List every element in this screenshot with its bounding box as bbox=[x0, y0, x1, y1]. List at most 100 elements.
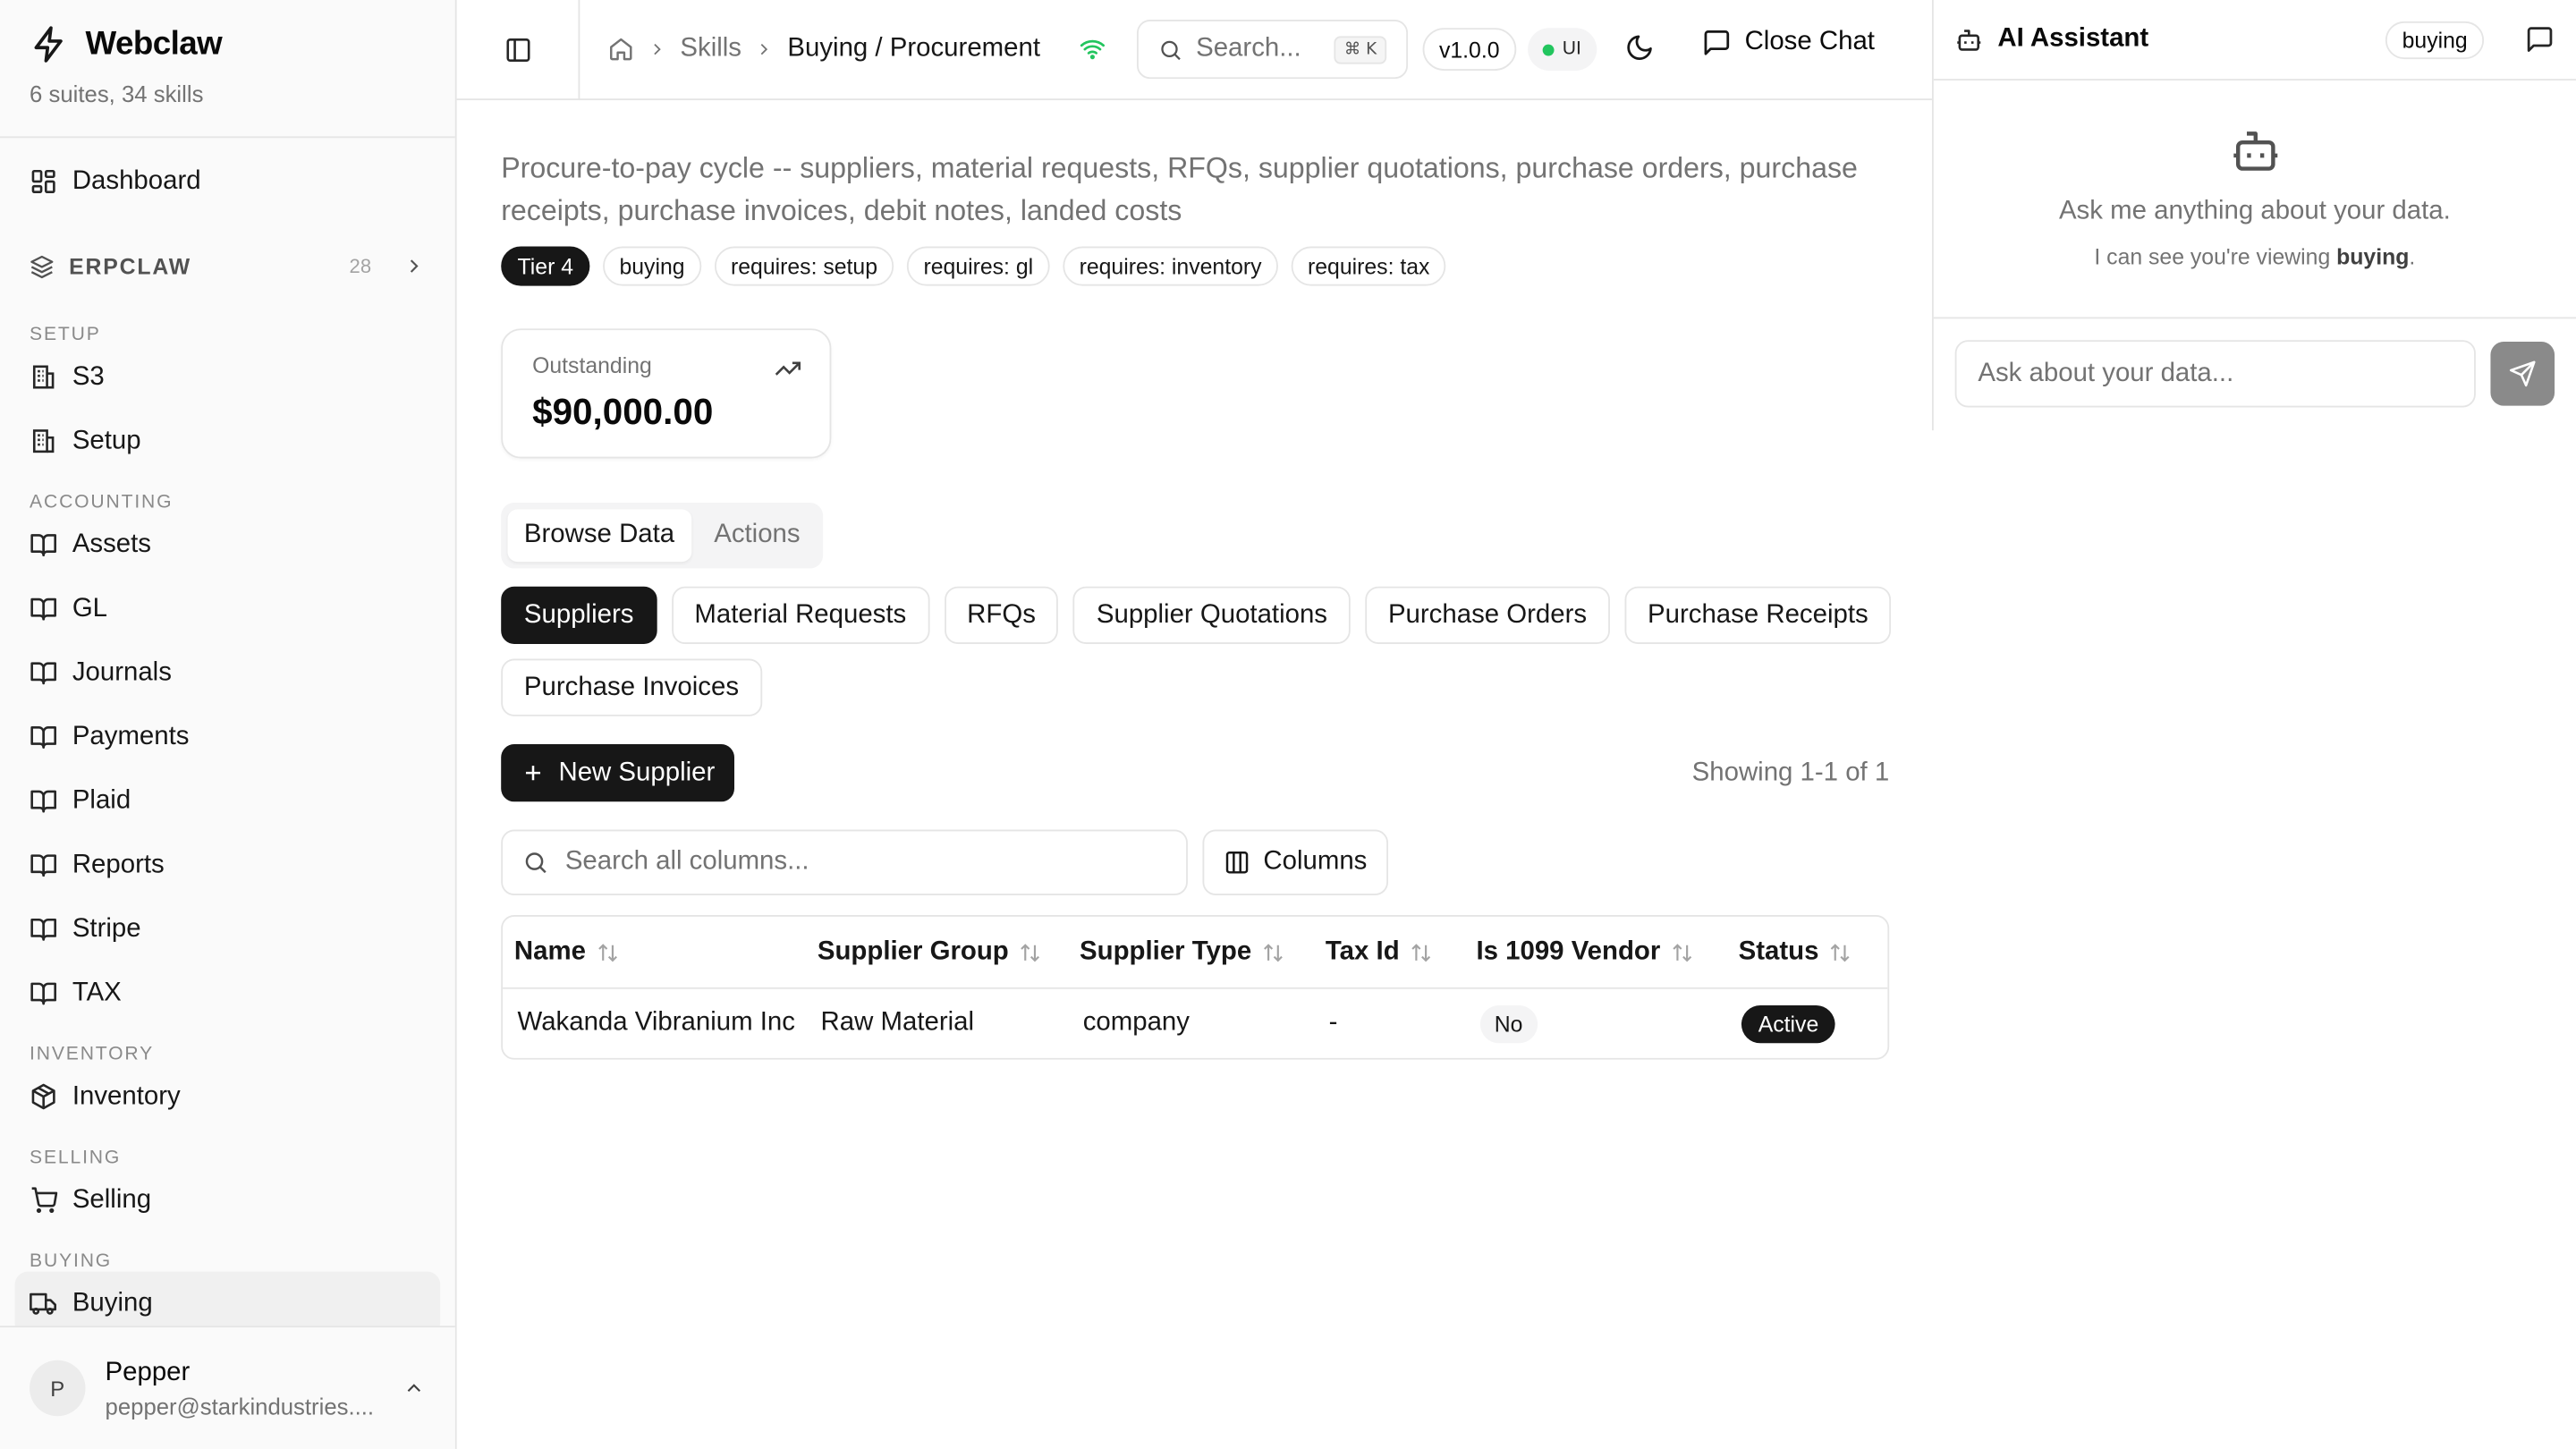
sidebar-item-assets[interactable]: Assets bbox=[15, 513, 441, 577]
book-open-icon bbox=[30, 851, 57, 878]
column-label: Status bbox=[1738, 936, 1819, 966]
sidebar-item-label: TAX bbox=[72, 978, 122, 1006]
skill-tags: Tier 4 buying requires: setup requires: … bbox=[501, 246, 1887, 286]
breadcrumb-skills[interactable]: Skills bbox=[680, 35, 741, 64]
close-chat-button[interactable]: Close Chat bbox=[1702, 28, 1875, 57]
section-count: 28 bbox=[349, 254, 372, 278]
cell-supplier-group: Raw Material bbox=[820, 1008, 975, 1037]
sidebar-item-gl[interactable]: GL bbox=[15, 577, 441, 641]
tab-browse-data[interactable]: Browse Data bbox=[507, 509, 691, 563]
user-menu[interactable]: P Pepper pepper@starkindustries.... bbox=[0, 1326, 455, 1449]
package-icon bbox=[30, 1082, 57, 1110]
entity-tab-purchase-orders[interactable]: Purchase Orders bbox=[1365, 586, 1610, 644]
column-header-supplier-type[interactable]: Supplier Type bbox=[1068, 937, 1314, 967]
section-header-erpclaw[interactable]: ERPCLAW 28 bbox=[15, 236, 441, 295]
group-label-inventory: INVENTORY bbox=[30, 1045, 155, 1065]
entity-tab-purchase-invoices[interactable]: Purchase Invoices bbox=[501, 658, 762, 716]
sidebar-item-label: Inventory bbox=[72, 1081, 181, 1110]
chat-header: AI Assistant buying bbox=[1933, 0, 2576, 80]
new-supplier-button[interactable]: New Supplier bbox=[501, 744, 735, 802]
sidebar-item-inventory[interactable]: Inventory bbox=[15, 1064, 441, 1129]
entity-tab-material-requests[interactable]: Material Requests bbox=[671, 586, 929, 644]
main-content: Skills Buying / Procurement Search... ⌘ … bbox=[456, 0, 1932, 1449]
column-search-input[interactable]: Search all columns... bbox=[501, 829, 1188, 896]
trending-up-icon bbox=[774, 355, 801, 383]
entity-tab-rfqs[interactable]: RFQs bbox=[944, 586, 1059, 644]
sidebar-item-label: Buying bbox=[72, 1288, 153, 1318]
chat-empty-state: Ask me anything about your data. I can s… bbox=[1933, 80, 2576, 319]
cell-name: Wakanda Vibranium Inc bbox=[517, 1008, 795, 1037]
send-button[interactable] bbox=[2490, 342, 2555, 406]
group-label-selling: SELLING bbox=[30, 1148, 122, 1168]
group-label-buying: BUYING bbox=[30, 1251, 113, 1272]
column-header-is-1099-vendor[interactable]: Is 1099 Vendor bbox=[1465, 937, 1727, 967]
sidebar-header: Webclaw 6 suites, 34 skills bbox=[0, 0, 455, 139]
sidebar-item-setup[interactable]: Setup bbox=[15, 409, 441, 473]
message-square-icon bbox=[1702, 28, 1732, 57]
column-label: Supplier Type bbox=[1080, 936, 1252, 966]
book-open-icon bbox=[30, 595, 57, 623]
hint-suffix: . bbox=[2409, 244, 2416, 270]
sidebar-item-selling[interactable]: Selling bbox=[15, 1168, 441, 1233]
sidebar-item-label: Stripe bbox=[72, 914, 141, 943]
book-open-icon bbox=[30, 979, 57, 1007]
sidebar-item-journals[interactable]: Journals bbox=[15, 640, 441, 705]
sort-icon bbox=[1829, 941, 1852, 964]
sidebar-item-label: Setup bbox=[72, 426, 141, 454]
version-badge: v1.0.0 bbox=[1422, 28, 1516, 71]
sort-icon bbox=[1670, 941, 1693, 964]
app-subtitle: 6 suites, 34 skills bbox=[30, 80, 204, 107]
table-row[interactable]: Wakanda Vibranium Inc Raw Material compa… bbox=[503, 989, 1887, 1058]
sidebar-item-label: S3 bbox=[72, 361, 105, 391]
pagination-summary: Showing 1-1 of 1 bbox=[1691, 758, 1890, 786]
tab-actions[interactable]: Actions bbox=[698, 509, 817, 562]
outstanding-stat-card: Outstanding $90,000.00 bbox=[501, 328, 832, 459]
global-search-input[interactable]: Search... ⌘ K bbox=[1136, 20, 1409, 80]
column-header-tax-id[interactable]: Tax Id bbox=[1314, 937, 1465, 967]
sidebar-item-tax[interactable]: TAX bbox=[15, 961, 441, 1025]
chat-context-hint: I can see you're viewing buying. bbox=[2094, 245, 2415, 270]
column-header-status[interactable]: Status bbox=[1727, 937, 1888, 967]
table-header: Name Supplier Group Supplier Type Tax Id… bbox=[503, 917, 1888, 989]
home-icon[interactable] bbox=[608, 36, 634, 62]
column-header-supplier-group[interactable]: Supplier Group bbox=[806, 937, 1068, 967]
sort-icon bbox=[1261, 941, 1284, 964]
sidebar-toggle-button[interactable] bbox=[457, 0, 580, 100]
sidebar-item-plaid[interactable]: Plaid bbox=[15, 769, 441, 834]
entity-tab-suppliers[interactable]: Suppliers bbox=[501, 586, 657, 644]
moon-icon[interactable] bbox=[1624, 33, 1654, 63]
message-square-icon[interactable] bbox=[2525, 25, 2555, 55]
chat-title: AI Assistant bbox=[1997, 24, 2149, 53]
entity-tabs: Suppliers Material Requests RFQs Supplie… bbox=[501, 586, 1897, 716]
column-header-name[interactable]: Name bbox=[503, 937, 806, 967]
sidebar: Webclaw 6 suites, 34 skills Dashboard ER… bbox=[0, 0, 457, 1449]
sidebar-item-dashboard[interactable]: Dashboard bbox=[15, 149, 441, 214]
sidebar-nav: Dashboard ERPCLAW 28 SETUP S3 Setup ACCO… bbox=[0, 149, 455, 1336]
sidebar-item-s3[interactable]: S3 bbox=[15, 345, 441, 410]
sidebar-item-label: Selling bbox=[72, 1185, 152, 1214]
tag-requires-setup: requires: setup bbox=[714, 246, 894, 286]
wifi-icon bbox=[1078, 36, 1107, 62]
stat-value: $90,000.00 bbox=[532, 391, 714, 433]
columns-button[interactable]: Columns bbox=[1202, 829, 1389, 896]
new-supplier-label: New Supplier bbox=[558, 758, 716, 786]
topbar: Skills Buying / Procurement Search... ⌘ … bbox=[456, 0, 1932, 101]
chat-input[interactable]: Ask about your data... bbox=[1954, 340, 2476, 408]
sidebar-item-payments[interactable]: Payments bbox=[15, 705, 441, 769]
ui-status-badge: UI bbox=[1528, 28, 1597, 71]
user-name: Pepper bbox=[105, 1358, 191, 1386]
suppliers-table: Name Supplier Group Supplier Type Tax Id… bbox=[501, 915, 1890, 1060]
columns-label: Columns bbox=[1263, 847, 1368, 876]
view-tabs: Browse Data Actions bbox=[501, 503, 824, 569]
sidebar-item-reports[interactable]: Reports bbox=[15, 833, 441, 897]
brand[interactable]: Webclaw bbox=[30, 25, 426, 64]
sidebar-item-label: Payments bbox=[72, 722, 190, 750]
breadcrumb-current: Buying / Procurement bbox=[787, 34, 1041, 63]
user-info: Pepper pepper@starkindustries.... bbox=[106, 1358, 383, 1419]
sidebar-item-stripe[interactable]: Stripe bbox=[15, 897, 441, 962]
entity-tab-supplier-quotations[interactable]: Supplier Quotations bbox=[1073, 586, 1351, 644]
book-open-icon bbox=[30, 530, 57, 558]
sort-icon bbox=[1019, 941, 1042, 964]
entity-tab-purchase-receipts[interactable]: Purchase Receipts bbox=[1624, 586, 1892, 644]
breadcrumb: Skills Buying / Procurement bbox=[608, 35, 1040, 64]
